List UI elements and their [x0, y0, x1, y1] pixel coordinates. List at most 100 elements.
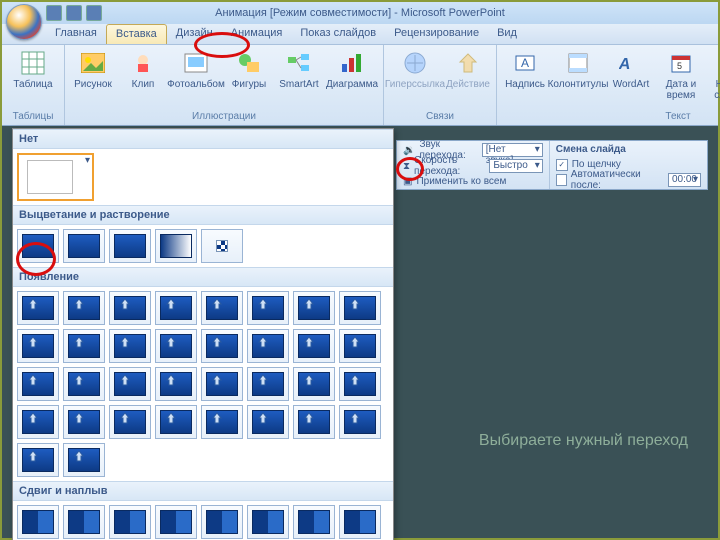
tab-view[interactable]: Вид [488, 24, 526, 44]
ribbon-tabs: Главная Вставка Дизайн Анимация Показ сл… [2, 24, 718, 45]
transition-thumb[interactable] [63, 505, 105, 539]
advance-title: Смена слайда [556, 144, 626, 155]
sound-select[interactable]: [Нет звука] [482, 143, 543, 157]
transition-gallery: Нет Выцветание и растворение Появление С… [12, 128, 394, 540]
gallery-section-push: Сдвиг и наплыв [13, 481, 393, 501]
transition-thumb[interactable] [63, 229, 105, 263]
transition-thumb[interactable] [155, 329, 197, 363]
transition-thumb[interactable] [201, 367, 243, 401]
tab-home[interactable]: Главная [46, 24, 106, 44]
transition-thumb[interactable] [63, 405, 105, 439]
qat-save-icon[interactable] [46, 5, 62, 21]
apply-all-button[interactable]: Применить ко всем [416, 176, 506, 187]
table-button[interactable]: Таблица [6, 47, 60, 92]
transition-thumb[interactable] [109, 229, 151, 263]
transition-thumb[interactable] [293, 329, 335, 363]
hyperlink-button[interactable]: Гиперссылка [388, 47, 442, 92]
svg-text:5: 5 [677, 61, 682, 71]
transition-thumb[interactable] [17, 505, 59, 539]
smartart-button[interactable]: SmartArt [275, 47, 323, 92]
transition-thumb[interactable] [293, 505, 335, 539]
transition-thumb[interactable] [201, 405, 243, 439]
gallery-section-appear: Появление [13, 267, 393, 287]
tab-animation[interactable]: Анимация [222, 24, 292, 44]
auto-checkbox[interactable] [556, 174, 567, 186]
textbox-button[interactable]: AНадпись [501, 47, 549, 92]
transition-thumb[interactable] [109, 505, 151, 539]
clip-button[interactable]: Клип [119, 47, 167, 92]
transition-thumb[interactable] [17, 329, 59, 363]
transition-thumb[interactable] [17, 405, 59, 439]
transition-thumb[interactable] [201, 291, 243, 325]
transition-thumb[interactable] [109, 405, 151, 439]
transition-thumb[interactable] [339, 367, 381, 401]
transition-thumb[interactable] [201, 505, 243, 539]
transition-thumb[interactable] [293, 367, 335, 401]
transition-thumb[interactable] [293, 405, 335, 439]
transition-thumb[interactable] [155, 505, 197, 539]
group-label-text: Текст [501, 110, 720, 123]
svg-text:A: A [521, 56, 529, 70]
tab-review[interactable]: Рецензирование [385, 24, 488, 44]
gallery-section-fade: Выцветание и растворение [13, 205, 393, 225]
qat-undo-icon[interactable] [66, 5, 82, 21]
office-button[interactable] [6, 4, 42, 40]
tab-slideshow[interactable]: Показ слайдов [291, 24, 385, 44]
transition-thumb[interactable] [339, 291, 381, 325]
instruction-text: Выбираете нужный переход [479, 432, 688, 450]
transition-thumb[interactable] [63, 329, 105, 363]
speed-select[interactable]: Быстро [489, 159, 542, 173]
datetime-button[interactable]: 5Дата и время [657, 47, 705, 103]
window-title: Анимация [Режим совместимости] - Microso… [215, 7, 505, 19]
speed-icon: ⧗ [403, 161, 410, 172]
onclick-checkbox[interactable]: ✓ [556, 159, 568, 171]
transition-thumb[interactable] [201, 229, 243, 263]
tab-design[interactable]: Дизайн [167, 24, 222, 44]
transition-thumb[interactable] [63, 291, 105, 325]
transition-thumb[interactable] [293, 291, 335, 325]
wordart-button[interactable]: AWordArt [607, 47, 655, 92]
transition-thumb[interactable] [63, 367, 105, 401]
gallery-section-none: Нет [13, 129, 393, 149]
group-label-links: Связи [388, 110, 492, 123]
transition-thumb[interactable] [109, 329, 151, 363]
qat-redo-icon[interactable] [86, 5, 102, 21]
transition-thumb[interactable] [247, 291, 289, 325]
ribbon: Таблица Таблицы Рисунок Клип Фотоальбом … [2, 45, 718, 126]
transition-thumb[interactable] [339, 405, 381, 439]
transition-none[interactable] [17, 153, 94, 201]
transition-thumb[interactable] [155, 405, 197, 439]
transition-options-panel: 🔉Звук перехода:[Нет звука] ⧗Скорость пер… [396, 140, 708, 190]
transition-thumb[interactable] [339, 505, 381, 539]
transition-thumb[interactable] [155, 291, 197, 325]
transition-thumb[interactable] [247, 505, 289, 539]
transition-thumb[interactable] [247, 405, 289, 439]
chart-button[interactable]: Диаграмма [325, 47, 379, 92]
transition-thumb[interactable] [17, 367, 59, 401]
picture-button[interactable]: Рисунок [69, 47, 117, 92]
sound-icon: 🔉 [403, 145, 415, 156]
auto-time-field[interactable]: 00:00 [668, 173, 701, 187]
tab-insert[interactable]: Вставка [106, 24, 167, 44]
transition-thumb[interactable] [17, 229, 59, 263]
transition-thumb[interactable] [201, 329, 243, 363]
transition-thumb[interactable] [109, 367, 151, 401]
transition-thumb[interactable] [155, 367, 197, 401]
transition-thumb[interactable] [247, 329, 289, 363]
transition-thumb[interactable] [109, 291, 151, 325]
transition-thumb[interactable] [155, 229, 197, 263]
group-label-illustrations: Иллюстрации [69, 110, 379, 123]
photoalbum-button[interactable]: Фотоальбом [169, 47, 223, 92]
transition-thumb[interactable] [247, 367, 289, 401]
transition-thumb[interactable] [17, 443, 59, 477]
slidenumber-button[interactable]: #Номер слайда [707, 47, 720, 103]
svg-text:A: A [619, 55, 633, 73]
group-label-tables: Таблицы [6, 110, 60, 123]
transition-thumb[interactable] [339, 329, 381, 363]
apply-all-icon: ▣ [403, 176, 412, 187]
transition-thumb[interactable] [63, 443, 105, 477]
shapes-button[interactable]: Фигуры [225, 47, 273, 92]
headerfooter-button[interactable]: Колонтитулы [551, 47, 605, 92]
action-button[interactable]: Действие [444, 47, 492, 92]
transition-thumb[interactable] [17, 291, 59, 325]
